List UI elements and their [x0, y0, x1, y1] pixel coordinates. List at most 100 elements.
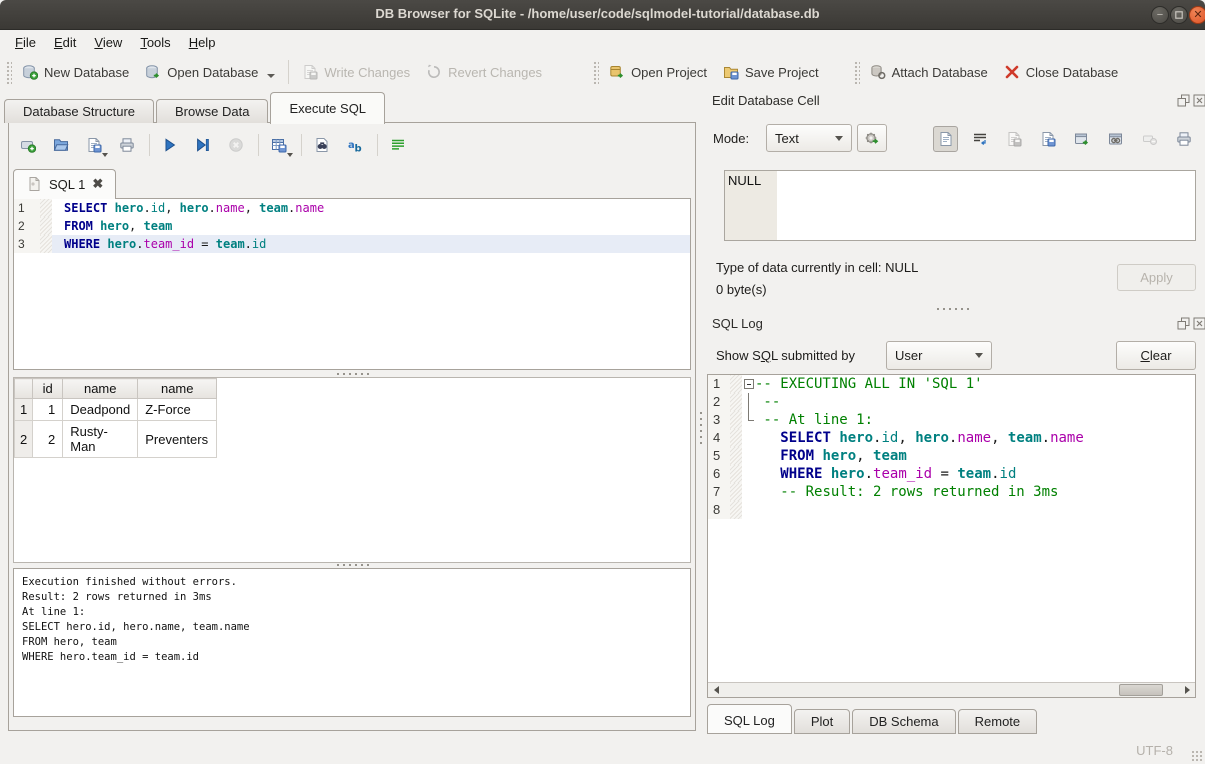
save-results-button[interactable]: [266, 132, 292, 158]
main-toolbar: New DatabaseOpen DatabaseWrite ChangesRe…: [0, 54, 1205, 90]
menu-edit[interactable]: Edit: [45, 33, 85, 52]
log-filter-label: Show SQL submitted by: [716, 348, 855, 363]
menu-tools[interactable]: Tools: [131, 33, 179, 52]
tab-browse-data[interactable]: Browse Data: [156, 99, 268, 123]
auto-switch-mode-button[interactable]: [857, 124, 887, 152]
chevron-down-icon[interactable]: [267, 74, 275, 78]
editor-line-text[interactable]: SELECT hero.id, hero.name, team.name: [52, 199, 690, 217]
results-corner-cell[interactable]: [15, 379, 33, 399]
print-cell-button[interactable]: [1171, 126, 1196, 152]
save-sql-file-icon: [86, 137, 102, 153]
log-filter-select[interactable]: User: [886, 341, 992, 370]
row-header[interactable]: 1: [15, 399, 33, 421]
column-header-name-2[interactable]: name: [138, 379, 217, 399]
tab-db-schema[interactable]: DB Schema: [852, 709, 955, 734]
open-url-button[interactable]: [1103, 126, 1128, 152]
maximize-button-icon[interactable]: [1170, 6, 1188, 24]
close-button-icon[interactable]: ✕: [1189, 6, 1205, 24]
save-project-button[interactable]: Save Project: [715, 60, 827, 84]
cell-value-editor[interactable]: NULL: [724, 170, 1196, 241]
revert-changes-button: Revert Changes: [418, 60, 550, 84]
float-panel-icon[interactable]: [1177, 94, 1190, 107]
text-document-button[interactable]: [933, 126, 958, 152]
export-data-button[interactable]: [1035, 126, 1060, 152]
column-header-id-0[interactable]: id: [33, 379, 63, 399]
tab-plot[interactable]: Plot: [794, 709, 850, 734]
app-window: DB Browser for SQLite - /home/user/code/…: [0, 0, 1205, 764]
mode-select[interactable]: Text: [766, 124, 852, 152]
open-database-button[interactable]: Open Database: [137, 60, 283, 84]
fold-collapse-icon[interactable]: [742, 375, 755, 393]
word-wrap-button[interactable]: [385, 132, 411, 158]
scrollbar-thumb[interactable]: [1119, 684, 1163, 696]
new-database-button[interactable]: New Database: [14, 60, 137, 84]
splitter-editor-results[interactable]: [13, 370, 691, 377]
scroll-right-icon[interactable]: [1179, 683, 1195, 697]
float-panel-icon[interactable]: [1177, 317, 1190, 330]
close-database-button[interactable]: Close Database: [996, 60, 1127, 84]
execution-status-box[interactable]: Execution finished without errors. Resul…: [13, 568, 691, 717]
sql-doc-tab[interactable]: SQL 1 ✖: [13, 169, 116, 199]
sql-editor[interactable]: 1SELECT hero.id, hero.name, team.name2FR…: [13, 198, 691, 370]
attach-database-button[interactable]: Attach Database: [862, 60, 996, 84]
menu-file[interactable]: File: [6, 33, 45, 52]
print-button[interactable]: [114, 132, 140, 158]
menu-help[interactable]: Help: [180, 33, 225, 52]
toolbar-drag-handle[interactable]: [853, 60, 860, 84]
tab-remote[interactable]: Remote: [958, 709, 1038, 734]
sql-log-view[interactable]: 1-- EXECUTING ALL IN 'SQL 1'2 --3 -- At …: [707, 374, 1196, 698]
close-panel-icon[interactable]: [1193, 94, 1205, 107]
splitter-main-vertical[interactable]: [697, 122, 704, 731]
log-line-text: -- At line 1:: [755, 411, 1195, 429]
menu-view[interactable]: View: [85, 33, 131, 52]
log-horizontal-scrollbar[interactable]: [708, 682, 1195, 697]
table-cell[interactable]: 2: [33, 421, 63, 458]
row-header[interactable]: 2: [15, 421, 33, 458]
tab-database-structure[interactable]: Database Structure: [4, 99, 154, 123]
splitter-docks[interactable]: [707, 305, 1196, 312]
tab-execute-sql[interactable]: Execute SQL: [270, 92, 385, 124]
open-sql-tab-button[interactable]: [15, 132, 41, 158]
set-null-button: [1137, 126, 1162, 152]
scroll-left-icon[interactable]: [708, 683, 724, 697]
toolbar-button-label: Revert Changes: [448, 65, 542, 80]
editor-line-text[interactable]: WHERE hero.team_id = team.id: [52, 235, 690, 253]
find-button[interactable]: [309, 132, 335, 158]
find-icon: [314, 137, 330, 153]
chevron-down-icon[interactable]: [102, 153, 108, 157]
table-cell[interactable]: 1: [33, 399, 63, 421]
main-tab-bar: Database StructureBrowse DataExecute SQL: [4, 90, 387, 123]
splitter-results-message[interactable]: [13, 561, 691, 568]
close-tab-icon[interactable]: ✖: [92, 176, 103, 192]
execute-all-button[interactable]: [157, 132, 183, 158]
autocomplete-button[interactable]: ab: [342, 132, 368, 158]
open-sql-file-button[interactable]: [48, 132, 74, 158]
resize-grip[interactable]: [1191, 750, 1203, 762]
toolbar-drag-handle[interactable]: [5, 60, 12, 84]
toolbar-button-label: Open Project: [631, 65, 707, 80]
table-cell[interactable]: Rusty-Man: [63, 421, 138, 458]
open-sql-file-icon: [53, 137, 69, 153]
word-wrap-cell-button[interactable]: [967, 126, 992, 152]
line-number: 1: [708, 375, 730, 393]
editor-line-text[interactable]: FROM hero, team: [52, 217, 690, 235]
clear-log-button[interactable]: Clear: [1116, 341, 1196, 370]
table-cell[interactable]: Preventers: [138, 421, 217, 458]
table-cell[interactable]: Z-Force: [138, 399, 217, 421]
cell-null-marker: NULL: [725, 171, 777, 240]
close-panel-icon[interactable]: [1193, 317, 1205, 330]
minimize-button-icon[interactable]: −: [1151, 6, 1169, 24]
tab-sql-log[interactable]: SQL Log: [707, 704, 792, 734]
toolbar-drag-handle[interactable]: [592, 60, 599, 84]
open-project-button[interactable]: Open Project: [601, 60, 715, 84]
chevron-down-icon[interactable]: [287, 153, 293, 157]
line-number: 8: [708, 501, 730, 519]
titlebar[interactable]: DB Browser for SQLite - /home/user/code/…: [0, 0, 1205, 30]
results-grid: idnamename11DeadpondZ-Force22Rusty-ManPr…: [13, 377, 691, 563]
execute-line-button[interactable]: [190, 132, 216, 158]
column-header-name-1[interactable]: name: [63, 379, 138, 399]
save-sql-file-button[interactable]: [81, 132, 107, 158]
open-external-button[interactable]: [1069, 126, 1094, 152]
log-line-text: --: [755, 393, 1195, 411]
table-cell[interactable]: Deadpond: [63, 399, 138, 421]
